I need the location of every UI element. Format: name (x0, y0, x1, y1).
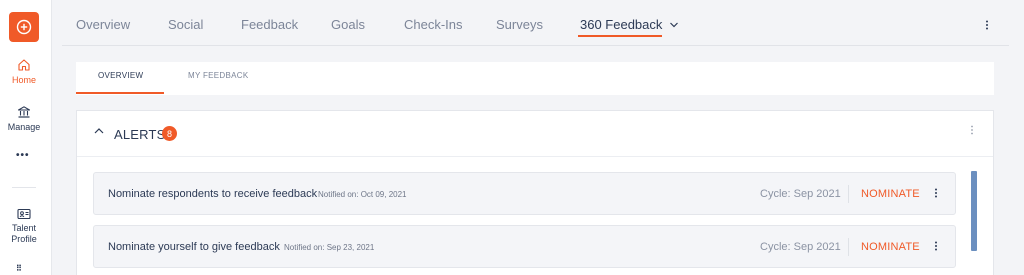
sidebar-item-label: Talent Profile (11, 223, 37, 244)
sidebar-item-home[interactable]: Home (0, 58, 48, 86)
sidebar-item-label: Home (11, 75, 36, 85)
plus-circle-icon (16, 19, 32, 35)
chevron-down-icon (670, 22, 678, 28)
sidebar-item-label: Manage (7, 122, 41, 132)
add-button[interactable] (9, 12, 39, 42)
tab-check-ins[interactable]: Check-Ins (404, 17, 463, 32)
tab-social[interactable]: Social (168, 17, 203, 32)
alerts-title: ALERTS (114, 127, 166, 142)
alert-item[interactable]: Nominate respondents to receive feedback… (93, 172, 956, 215)
more-options-icon[interactable] (934, 241, 938, 251)
tab-overview[interactable]: Overview (76, 17, 130, 32)
more-options-icon[interactable] (985, 20, 989, 30)
alerts-header: ALERTS 8 (77, 111, 993, 157)
subtab-overview[interactable]: OVERVIEW (98, 71, 143, 80)
left-sidebar: Home Manage ••• Talent Profile ⠿ (0, 0, 52, 275)
home-icon (18, 59, 30, 71)
divider (848, 238, 849, 256)
sidebar-divider (12, 187, 36, 188)
tab-360-feedback[interactable]: 360 Feedback (580, 17, 679, 32)
alert-item[interactable]: Nominate yourself to give feedback Notif… (93, 225, 956, 268)
subtab-my-feedback[interactable]: MY FEEDBACK (188, 71, 249, 80)
subtab-bar: OVERVIEW MY FEEDBACK (76, 62, 994, 95)
alert-notified-date: Notified on: Oct 09, 2021 (318, 190, 407, 199)
sidebar-item-talent-profile[interactable]: Talent Profile (0, 208, 48, 245)
alerts-count-badge: 8 (162, 126, 177, 141)
sidebar-item-manage[interactable]: Manage (0, 105, 48, 133)
active-tab-indicator (578, 35, 662, 37)
more-icon[interactable]: ••• (16, 150, 30, 161)
nominate-button[interactable]: NOMINATE (861, 241, 920, 253)
id-card-icon (17, 208, 31, 220)
alert-notified-date: Notified on: Sep 23, 2021 (284, 243, 375, 252)
tab-feedback[interactable]: Feedback (241, 17, 298, 32)
nominate-button[interactable]: NOMINATE (861, 188, 920, 200)
alerts-card: ALERTS 8 Nominate respondents to receive… (76, 110, 994, 275)
bank-icon (17, 106, 31, 118)
tab-surveys[interactable]: Surveys (496, 17, 543, 32)
alert-title: Nominate yourself to give feedback (108, 241, 280, 253)
more-options-icon[interactable] (934, 188, 938, 198)
alert-cycle: Cycle: Sep 2021 (760, 188, 841, 200)
scrollbar[interactable] (971, 171, 977, 251)
alert-title: Nominate respondents to receive feedback (108, 188, 318, 200)
active-subtab-indicator (76, 92, 164, 94)
tab-label: 360 Feedback (580, 17, 663, 32)
divider (848, 185, 849, 203)
top-navigation: Overview Social Feedback Goals Check-Ins… (62, 0, 1009, 46)
chevron-up-icon[interactable] (93, 127, 105, 135)
tab-goals[interactable]: Goals (331, 17, 365, 32)
alert-cycle: Cycle: Sep 2021 (760, 241, 841, 253)
more-options-icon[interactable] (970, 125, 974, 135)
apps-grid-icon[interactable]: ⠿ (16, 264, 23, 273)
